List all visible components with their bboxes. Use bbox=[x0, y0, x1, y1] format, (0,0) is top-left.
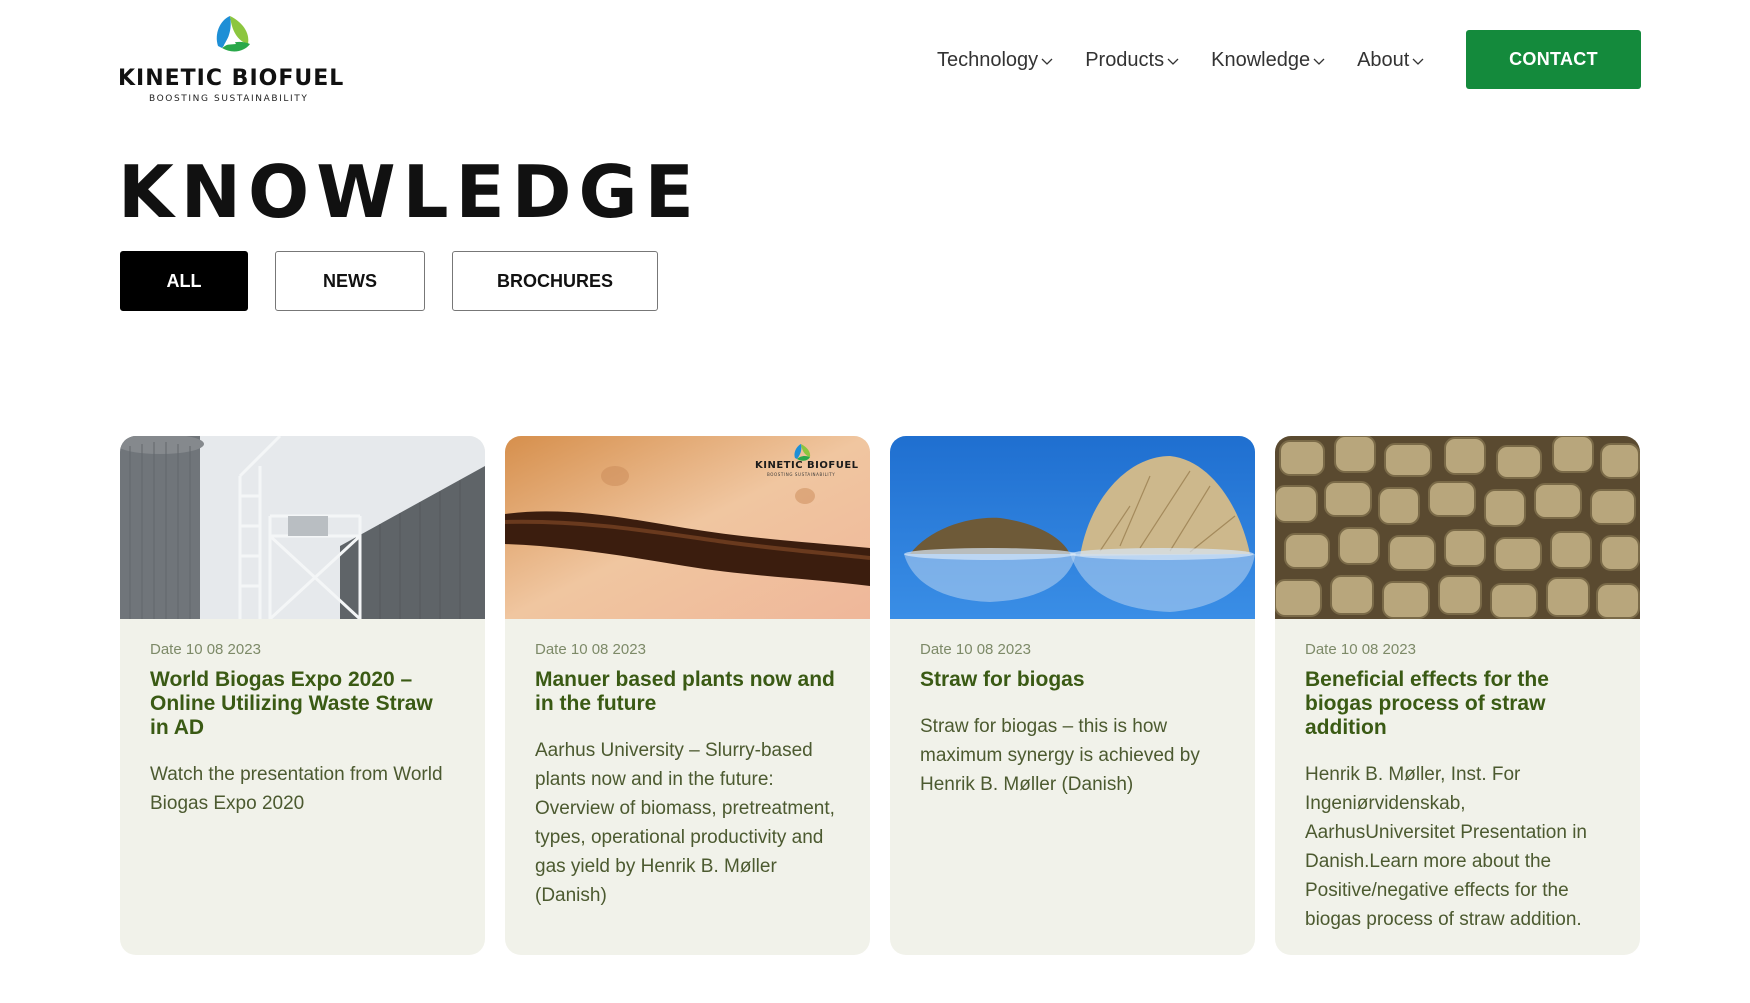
image-watermark-tagline: BOOSTING SUSTAINABILITY bbox=[767, 472, 836, 477]
brand-tagline: BOOSTING SUSTAINABILITY bbox=[149, 94, 309, 104]
card-title[interactable]: Straw for biogas bbox=[920, 668, 1225, 692]
card-title[interactable]: Beneficial effects for the biogas proces… bbox=[1305, 668, 1610, 740]
card-body: Date 10 08 2023 World Biogas Expo 2020 –… bbox=[120, 619, 485, 818]
page-title: KNOWLEDGE bbox=[118, 150, 701, 234]
knowledge-cards: Date 10 08 2023 World Biogas Expo 2020 –… bbox=[120, 436, 1640, 955]
card-text: Straw for biogas – this is how maximum s… bbox=[920, 716, 1200, 795]
image-watermark-text: KINETIC BIOFUEL bbox=[755, 460, 859, 471]
chevron-down-icon bbox=[1313, 58, 1325, 65]
chevron-down-icon bbox=[1167, 58, 1179, 65]
knowledge-card[interactable]: Date 10 08 2023 Beneficial effects for t… bbox=[1275, 436, 1640, 955]
tri-leaf-logo-icon bbox=[216, 16, 250, 52]
nav-item-label: Products bbox=[1085, 48, 1165, 71]
card-date: Date 10 08 2023 bbox=[1305, 641, 1416, 658]
site-header: KINETIC BIOFUEL BOOSTING SUSTAINABILITY … bbox=[0, 0, 1750, 120]
card-date: Date 10 08 2023 bbox=[920, 641, 1031, 658]
filter-all-button[interactable]: ALL bbox=[120, 251, 248, 311]
nav-item-knowledge[interactable]: Knowledge bbox=[1211, 49, 1325, 72]
brand-name: KINETIC BIOFUEL bbox=[118, 66, 345, 91]
contact-button[interactable]: CONTACT bbox=[1466, 30, 1641, 89]
card-image-biogas-plant bbox=[120, 436, 485, 619]
card-text: Watch the presentation from World Biogas… bbox=[150, 764, 443, 814]
card-title[interactable]: World Biogas Expo 2020 – Online Utilizin… bbox=[150, 668, 455, 740]
nav-item-products[interactable]: Products bbox=[1085, 49, 1179, 72]
card-image-straw-bowls bbox=[890, 436, 1255, 619]
filter-tabs: ALL NEWS BROCHURES bbox=[120, 251, 685, 311]
card-body: Date 10 08 2023 Beneficial effects for t… bbox=[1275, 619, 1640, 934]
knowledge-card[interactable]: KINETIC BIOFUEL BOOSTING SUSTAINABILITY … bbox=[505, 436, 870, 955]
chevron-down-icon bbox=[1412, 58, 1424, 65]
brand-logo[interactable]: KINETIC BIOFUEL BOOSTING SUSTAINABILITY bbox=[118, 14, 350, 108]
card-body: Date 10 08 2023 Straw for biogas Straw f… bbox=[890, 619, 1255, 799]
chevron-down-icon bbox=[1041, 58, 1053, 65]
knowledge-card[interactable]: Date 10 08 2023 World Biogas Expo 2020 –… bbox=[120, 436, 485, 955]
card-body: Date 10 08 2023 Manuer based plants now … bbox=[505, 619, 870, 910]
nav-item-label: Technology bbox=[937, 48, 1039, 71]
card-date: Date 10 08 2023 bbox=[150, 641, 261, 658]
nav-item-label: About bbox=[1357, 48, 1410, 71]
nav-item-technology[interactable]: Technology bbox=[937, 49, 1053, 72]
card-title[interactable]: Manuer based plants now and in the futur… bbox=[535, 668, 840, 716]
knowledge-card[interactable]: Date 10 08 2023 Straw for biogas Straw f… bbox=[890, 436, 1255, 955]
nav-item-label: Knowledge bbox=[1211, 48, 1311, 71]
card-text: Aarhus University – Slurry-based plants … bbox=[535, 740, 835, 906]
filter-news-button[interactable]: NEWS bbox=[275, 251, 425, 311]
card-date: Date 10 08 2023 bbox=[535, 641, 646, 658]
filter-brochures-button[interactable]: BROCHURES bbox=[452, 251, 658, 311]
nav-item-about[interactable]: About bbox=[1357, 49, 1424, 72]
main-nav: Technology Products Knowledge About bbox=[937, 46, 1456, 74]
card-image-straw-pellets bbox=[1275, 436, 1640, 619]
card-text: Henrik B. Møller, Inst. For Ingeniørvide… bbox=[1305, 764, 1587, 930]
